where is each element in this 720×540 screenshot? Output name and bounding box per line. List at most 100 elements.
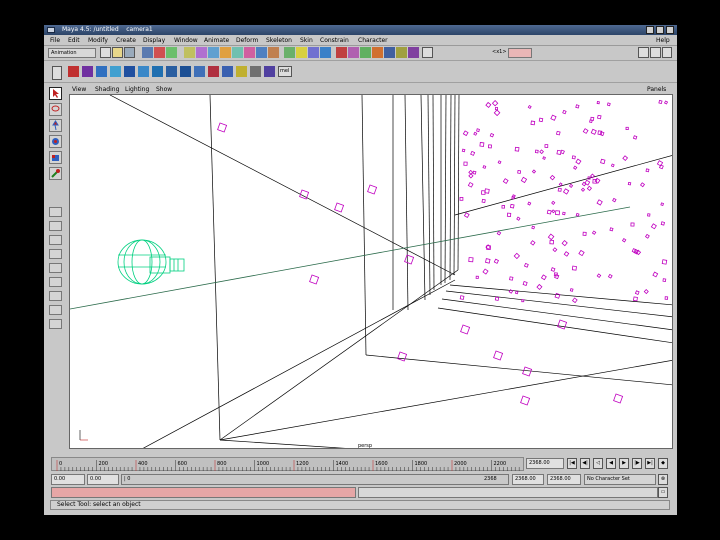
ipr-render-icon[interactable] (384, 47, 395, 58)
breakdown-icon[interactable] (222, 66, 233, 77)
menu-character[interactable]: Character (358, 37, 388, 45)
set-key-icon[interactable] (208, 66, 219, 77)
step-back-icon[interactable]: ◀| (580, 458, 590, 469)
end-time-field[interactable]: 2368.00 (547, 474, 581, 485)
current-frame-field[interactable]: 2368.00 (526, 458, 564, 469)
layout-render-icon[interactable] (49, 291, 62, 301)
range-slider[interactable]: | 0 2368 (121, 474, 509, 485)
character-set-menu[interactable]: No Character Set (584, 474, 656, 485)
play-back-icon[interactable]: ◀ (606, 458, 616, 469)
menu-window[interactable]: Window (174, 37, 198, 45)
select-arrow-icon[interactable] (49, 87, 62, 100)
lasso-icon[interactable] (49, 103, 62, 116)
play-icon[interactable]: ▶ (619, 458, 629, 469)
attribute-editor-icon[interactable] (638, 47, 649, 58)
maximize-button[interactable] (656, 26, 664, 34)
render-globals-icon[interactable] (396, 47, 407, 58)
camera-wireframe[interactable] (117, 239, 185, 285)
rotate-icon[interactable] (49, 135, 62, 148)
new-scene-icon[interactable] (100, 47, 111, 58)
snap-point-icon[interactable] (308, 47, 319, 58)
sculpt-icon[interactable] (166, 66, 177, 77)
step-forward-icon[interactable]: |▶ (632, 458, 642, 469)
render-icon[interactable] (372, 47, 383, 58)
panel-menu-shading[interactable]: Shading (95, 85, 119, 94)
menu-help[interactable]: Help (656, 37, 670, 45)
rewind-icon[interactable]: |◀ (567, 458, 577, 469)
menu-file[interactable]: File (50, 37, 60, 45)
menu-modify[interactable]: Modify (88, 37, 108, 45)
mask-misc-icon[interactable] (268, 47, 279, 58)
menu-deform[interactable]: Deform (236, 37, 258, 45)
motion-path-icon[interactable] (236, 66, 247, 77)
wire-icon[interactable] (152, 66, 163, 77)
history-icon[interactable] (336, 47, 347, 58)
panel-menu-lighting[interactable]: Lighting (125, 85, 149, 94)
panel-menu-view[interactable]: View (72, 85, 86, 94)
menu-display[interactable]: Display (143, 37, 165, 45)
playback-end-field[interactable]: 2368.00 (512, 474, 544, 485)
tool-settings-icon[interactable] (650, 47, 661, 58)
layout-single-icon[interactable] (49, 207, 62, 217)
ghost-icon[interactable] (250, 66, 261, 77)
menu-animate[interactable]: Animate (204, 37, 229, 45)
playback-start-field[interactable]: 0.00 (87, 474, 119, 485)
layout-four-icon[interactable] (49, 221, 62, 231)
layout-outliner-icon[interactable] (49, 249, 62, 259)
save-scene-icon[interactable] (124, 47, 135, 58)
fast-forward-icon[interactable]: ▶| (645, 458, 655, 469)
shelf-menu-icon[interactable] (52, 66, 62, 80)
hypershade-icon[interactable] (408, 47, 419, 58)
menu-skeleton[interactable]: Skeleton (266, 37, 292, 45)
character-set-icon[interactable] (264, 66, 275, 77)
panel-menu-panels[interactable]: Panels (647, 85, 666, 94)
lattice-icon[interactable] (124, 66, 135, 77)
bind-skin-icon[interactable] (110, 66, 121, 77)
panel-menu-show[interactable]: Show (156, 85, 172, 94)
mode-selector[interactable]: Animation (48, 48, 96, 58)
cluster-icon[interactable] (138, 66, 149, 77)
auto-key-icon[interactable]: ⊗ (658, 474, 668, 485)
construction-history-icon[interactable] (348, 47, 359, 58)
joint-tool-icon[interactable] (96, 66, 107, 77)
script-editor-icon[interactable]: ▭ (658, 487, 668, 498)
select-by-object-icon[interactable] (154, 47, 165, 58)
snap-curve-icon[interactable] (296, 47, 307, 58)
blendshape-icon[interactable] (180, 66, 191, 77)
start-time-field[interactable]: 0.00 (51, 474, 85, 485)
layout-graph-icon[interactable] (49, 263, 62, 273)
minimize-button[interactable] (646, 26, 654, 34)
ik-spline-icon[interactable] (82, 66, 93, 77)
layout-custom-icon[interactable] (49, 319, 62, 329)
snap-grid-icon[interactable] (284, 47, 295, 58)
time-slider[interactable]: 0 200 400 600 800 1000 1200 1400 1600 1800 2000 220… (51, 457, 524, 471)
ik-handle-icon[interactable] (68, 66, 79, 77)
mask-curve-icon[interactable] (208, 47, 219, 58)
menu-create[interactable]: Create (116, 37, 136, 45)
close-button[interactable] (666, 26, 674, 34)
mask-deformer-icon[interactable] (232, 47, 243, 58)
channel-box-icon[interactable] (662, 47, 672, 58)
mask-handle-icon[interactable] (184, 47, 195, 58)
layout-two-icon[interactable] (49, 235, 62, 245)
menu-skin[interactable]: Skin (300, 37, 313, 45)
input-line-field[interactable] (508, 48, 532, 58)
select-by-component-icon[interactable] (166, 47, 177, 58)
mel-script-icon[interactable]: mel (278, 66, 292, 77)
input-line-mode-icon[interactable] (422, 47, 433, 58)
move-icon[interactable] (49, 119, 62, 132)
menu-constrain[interactable]: Constrain (320, 37, 349, 45)
mask-surface-icon[interactable] (220, 47, 231, 58)
menu-edit[interactable]: Edit (68, 37, 80, 45)
wrap-icon[interactable] (194, 66, 205, 77)
select-by-hierarchy-icon[interactable] (142, 47, 153, 58)
command-line-input[interactable] (51, 487, 356, 498)
manipulator-icon[interactable] (49, 167, 62, 180)
layout-script-icon[interactable] (49, 305, 62, 315)
mask-joint-icon[interactable] (196, 47, 207, 58)
perspective-viewport[interactable]: persp (69, 94, 673, 449)
key-icon[interactable]: ◆ (658, 458, 668, 469)
layout-hypershade-icon[interactable] (49, 277, 62, 287)
snap-view-plane-icon[interactable] (320, 47, 331, 58)
window-menu-icon[interactable] (47, 27, 55, 33)
